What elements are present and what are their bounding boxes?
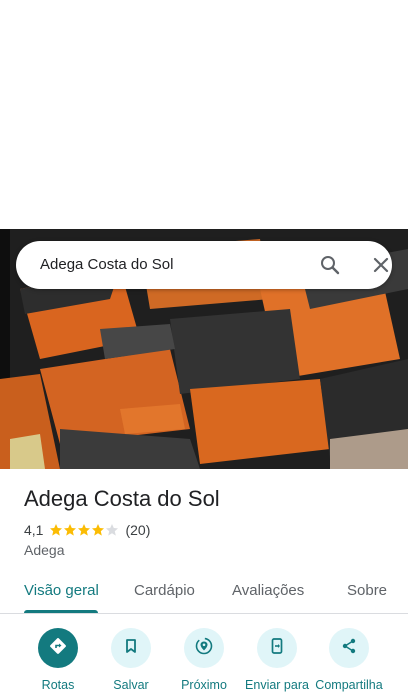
search-query[interactable]: Adega Costa do Sol bbox=[40, 256, 173, 273]
share-label: Compartilha bbox=[315, 678, 383, 692]
directions-icon bbox=[48, 636, 68, 661]
search-icon[interactable] bbox=[318, 253, 342, 277]
star-filled-icon bbox=[64, 524, 77, 536]
directions-label: Rotas bbox=[41, 678, 75, 692]
star-filled-icon bbox=[78, 524, 91, 536]
search-bar[interactable]: Adega Costa do Sol bbox=[16, 241, 392, 289]
star-filled-icon bbox=[50, 524, 63, 536]
share-button[interactable]: Compartilha bbox=[311, 628, 387, 692]
place-category[interactable]: Adega bbox=[24, 542, 64, 558]
tab-indicator bbox=[24, 610, 98, 613]
star-empty-icon bbox=[106, 524, 119, 536]
bookmark-icon bbox=[121, 636, 141, 661]
directions-button[interactable]: Rotas bbox=[20, 628, 96, 692]
send-to-phone-button[interactable]: Enviar para bbox=[239, 628, 315, 692]
nearby-label: Próximo bbox=[181, 678, 227, 692]
tab-reviews[interactable]: Avaliações bbox=[232, 582, 304, 599]
share-icon bbox=[339, 636, 359, 661]
nearby-icon bbox=[193, 635, 215, 662]
send-to-phone-icon bbox=[267, 636, 287, 661]
action-bar: Rotas Salvar Próximo Enviar para Compart… bbox=[0, 628, 408, 698]
place-title: Adega Costa do Sol bbox=[24, 486, 220, 511]
tab-overview[interactable]: Visão geral bbox=[24, 582, 99, 599]
tab-menu[interactable]: Cardápio bbox=[134, 582, 195, 599]
place-tabs: Visão geral Cardápio Avaliações Sobre bbox=[0, 570, 408, 614]
send-to-phone-label: Enviar para bbox=[245, 678, 309, 692]
nearby-button[interactable]: Próximo bbox=[166, 628, 242, 692]
rating-row[interactable]: 4,1 (20) bbox=[24, 521, 150, 539]
tab-about[interactable]: Sobre bbox=[347, 582, 387, 599]
rating-value: 4,1 bbox=[24, 522, 44, 538]
save-label: Salvar bbox=[113, 678, 149, 692]
review-count[interactable]: (20) bbox=[125, 522, 150, 538]
star-rating bbox=[49, 523, 119, 537]
map-area-blank bbox=[0, 0, 408, 229]
save-button[interactable]: Salvar bbox=[93, 628, 169, 692]
star-filled-icon bbox=[92, 524, 105, 536]
close-icon[interactable] bbox=[369, 253, 393, 277]
